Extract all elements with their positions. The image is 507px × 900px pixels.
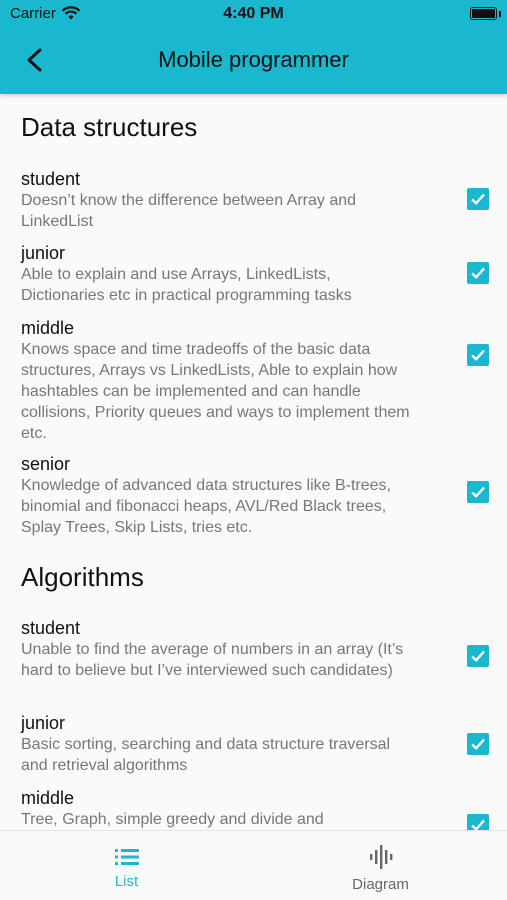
list-item[interactable]: junior Able to explain and use Arrays, L… bbox=[21, 243, 491, 306]
section-title-algorithms: Algorithms bbox=[21, 562, 144, 592]
level-description: Knowledge of advanced data structures li… bbox=[21, 477, 391, 536]
level-description: Doesn’t know the difference between Arra… bbox=[21, 192, 357, 230]
tab-list-label: List bbox=[114, 873, 139, 890]
list-item[interactable]: senior Knowledge of advanced data struct… bbox=[21, 454, 491, 538]
skills-list[interactable]: Data structures student Doesn’t know the… bbox=[0, 94, 507, 830]
app-bar: Carrier 4:40 PM Mobile programmer bbox=[0, 0, 507, 94]
checkbox-data-structures-middle[interactable] bbox=[467, 344, 489, 366]
checkmark-icon bbox=[471, 819, 485, 830]
checkbox-data-structures-junior[interactable] bbox=[467, 262, 489, 284]
page-title: Mobile programmer bbox=[158, 47, 349, 72]
clock: 4:40 PM bbox=[223, 5, 284, 22]
level-description: Able to explain and use Arrays, LinkedLi… bbox=[21, 266, 352, 304]
checkmark-icon bbox=[471, 267, 485, 279]
level-description: Knows space and time tradeoffs of the ba… bbox=[21, 341, 410, 442]
level-label: senior bbox=[21, 454, 71, 474]
checkbox-data-structures-student[interactable] bbox=[467, 188, 489, 210]
tab-list[interactable]: List bbox=[0, 831, 253, 900]
list-item[interactable]: middle Tree, Graph, simple greedy and di… bbox=[21, 788, 491, 830]
list-item[interactable]: junior Basic sorting, searching and data… bbox=[21, 713, 491, 776]
level-label: junior bbox=[21, 713, 66, 733]
level-label: junior bbox=[21, 243, 66, 263]
checkmark-icon bbox=[471, 349, 485, 361]
checkbox-data-structures-senior[interactable] bbox=[467, 481, 489, 503]
level-description: Unable to find the average of numbers in… bbox=[21, 641, 404, 679]
checkmark-icon bbox=[471, 650, 485, 662]
list-item[interactable]: student Unable to find the average of nu… bbox=[21, 618, 491, 681]
list-item[interactable]: student Doesn’t know the difference betw… bbox=[21, 169, 491, 232]
level-description: Tree, Graph, simple greedy and divide an… bbox=[21, 811, 324, 828]
checkbox-algorithms-junior[interactable] bbox=[467, 733, 489, 755]
battery-tip bbox=[499, 11, 501, 17]
list-icon bbox=[114, 849, 139, 865]
checkmark-icon bbox=[471, 738, 485, 750]
bottom-navigation: List Diagram bbox=[0, 830, 507, 900]
checkbox-algorithms-student[interactable] bbox=[467, 645, 489, 667]
tab-diagram-label: Diagram bbox=[352, 876, 409, 893]
level-label: student bbox=[21, 618, 81, 638]
status-bar: Carrier 4:40 PM bbox=[0, 0, 507, 28]
checkmark-icon bbox=[471, 486, 485, 498]
waveform-icon bbox=[369, 845, 392, 869]
level-label: middle bbox=[21, 318, 75, 338]
section-title-data-structures: Data structures bbox=[21, 112, 198, 142]
battery-icon bbox=[470, 7, 497, 20]
list-item[interactable]: middle Knows space and time tradeoffs of… bbox=[21, 318, 491, 444]
checkbox-algorithms-middle[interactable] bbox=[467, 814, 489, 830]
level-label: middle bbox=[21, 788, 75, 808]
checkmark-icon bbox=[471, 193, 485, 205]
level-label: student bbox=[21, 169, 81, 189]
level-description: Basic sorting, searching and data struct… bbox=[21, 736, 391, 774]
tab-diagram[interactable]: Diagram bbox=[254, 831, 507, 900]
